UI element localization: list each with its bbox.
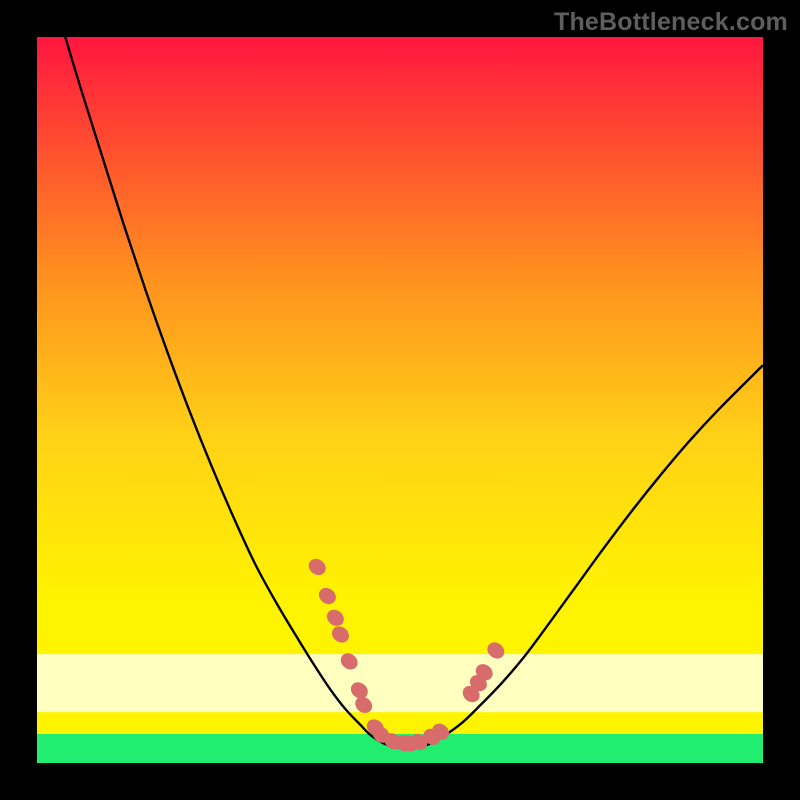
- watermark-text: TheBottleneck.com: [554, 8, 788, 37]
- chart-container: TheBottleneck.com: [0, 0, 800, 800]
- bottleneck-chart: [0, 0, 800, 800]
- pale-yellow-band: [37, 654, 763, 712]
